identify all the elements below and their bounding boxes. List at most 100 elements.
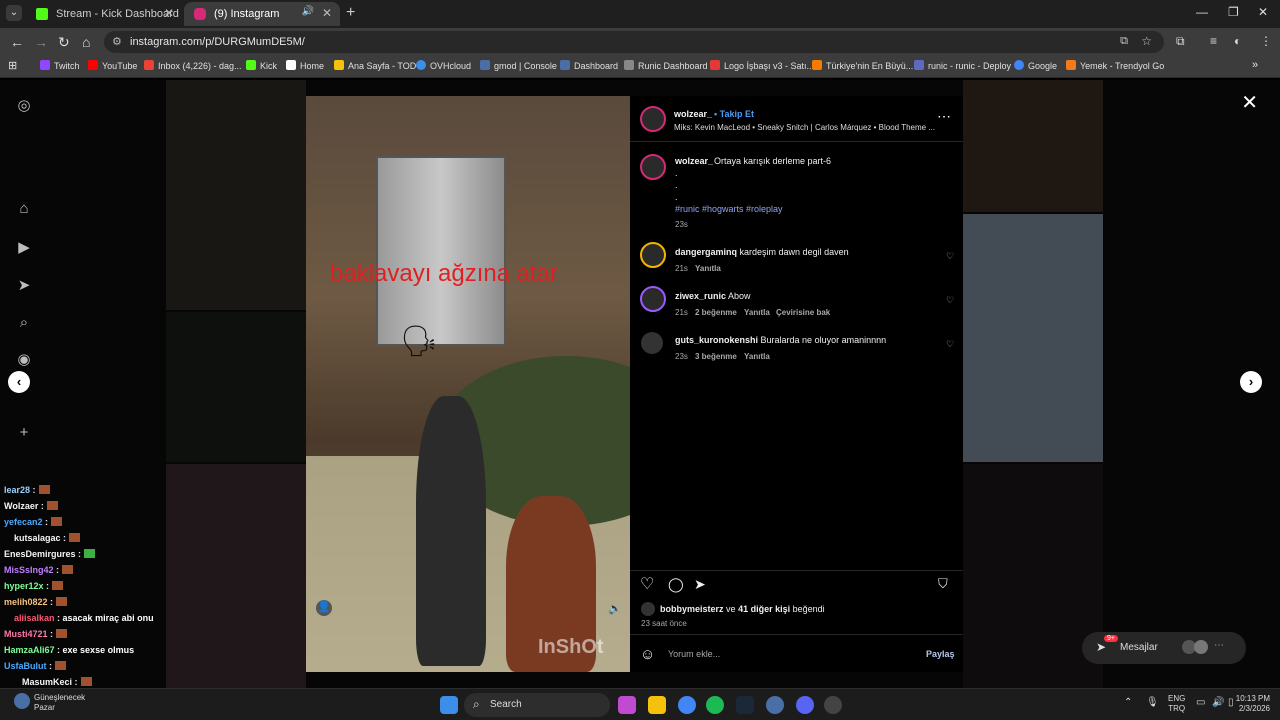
translate-button[interactable]: Çevirisine bak [776,308,830,317]
close-modal-icon[interactable]: ✕ [1241,90,1258,115]
share-icon[interactable]: ➤ [694,576,706,593]
more-options-icon[interactable]: ⋯ [937,108,951,125]
clock[interactable]: 10:13 PM 2/3/2026 [1232,694,1270,714]
weather-icon[interactable] [14,693,30,709]
media-control-icon[interactable]: ≡ [1210,34,1217,48]
tab-kick-dashboard[interactable]: Stream - Kick Dashboard ✕ [26,2,182,26]
obs-icon[interactable] [824,696,842,714]
bookmark-runic-deploy[interactable]: runic - runic - Deploy [914,60,1011,71]
bookmark-youtube[interactable]: YouTube [88,60,137,71]
previous-post-button[interactable]: ‹ [8,371,30,393]
discord-icon[interactable] [796,696,814,714]
extensions-icon[interactable]: ⧉ [1176,34,1185,49]
bookmark-logo-isbasi[interactable]: Logo İşbaşı v3 - Satı... [710,60,814,71]
tray-overflow-icon[interactable]: ⌃ [1124,697,1132,708]
bookmark-runic-dashboard[interactable]: Runic Dashboard [624,60,708,71]
post-comment-button[interactable]: Paylaş [926,649,955,659]
address-bar[interactable]: ⚙ instagram.com/p/DURGMumDE5M/ ⧉ ☆ [104,31,1164,53]
comment-avatar[interactable] [640,286,666,312]
comment-icon[interactable]: ◯ [668,576,684,593]
liked-by-summary[interactable]: bobbymeisterz ve 41 diğer kişi beğendi [660,604,825,614]
messages-button[interactable]: ➤ 9+ Mesajlar ⋯ [1082,632,1246,664]
comment-avatar[interactable] [641,332,663,354]
comment-username[interactable]: dangergaminq [675,247,737,257]
back-button[interactable]: ← [10,34,24,50]
caption-hashtags[interactable]: #runic #hogwarts #roleplay [675,204,783,214]
window-close-button[interactable]: ✕ [1258,5,1268,19]
tab-search-button[interactable]: ⌄ [6,5,22,21]
volume-icon[interactable]: 🔊 [1212,697,1224,708]
reels-icon[interactable]: ▶ [15,238,33,256]
install-app-icon[interactable]: ⧉ [1120,35,1128,48]
microphone-icon[interactable]: 🎙 [1146,697,1159,708]
next-post-button[interactable]: › [1240,371,1262,393]
site-info-icon[interactable]: ⚙ [112,35,122,48]
bookmark-google[interactable]: Google [1014,60,1057,71]
bookmark-gmod-console[interactable]: gmod | Console [480,60,557,71]
apps-grid-icon[interactable]: ⊞ [8,59,17,72]
comment-likes[interactable]: 3 beğenme [695,352,737,361]
bookmark-kick[interactable]: Kick [246,60,277,71]
language-indicator[interactable]: ENG TRQ [1168,694,1185,714]
forward-button[interactable]: → [34,34,48,50]
post-video[interactable]: baklavayı ağzına atar 🗣 InShOt 👤 🔈 [306,96,630,672]
browser-menu-icon[interactable]: ⋮ [1260,34,1272,48]
taskbar-search[interactable]: ⌕ Search [464,693,610,717]
author-username[interactable]: wolzear_ [674,109,712,119]
maximize-button[interactable]: ❐ [1228,5,1239,19]
tab-close-icon[interactable]: ✕ [164,6,174,20]
home-icon[interactable]: ⌂ [15,200,33,218]
comment-input[interactable]: Yorum ekle... [668,649,720,659]
profile-avatar[interactable]: ◐ [1234,34,1241,48]
bookmark-ovhcloud[interactable]: OVHcloud [416,60,471,71]
app-icon[interactable] [766,696,784,714]
more-bookmarks-icon[interactable]: » [1252,59,1258,71]
bookmark-tod[interactable]: Ana Sayfa - TOD [334,60,416,71]
spotify-icon[interactable] [706,696,724,714]
save-icon[interactable]: ⛉ [938,576,948,592]
like-comment-icon[interactable]: ♡ [946,251,954,262]
tab-close-icon[interactable]: ✕ [322,6,332,20]
caption-username[interactable]: wolzear_ [675,156,713,166]
bookmark-twitch[interactable]: Twitch [40,60,80,71]
network-icon[interactable]: ▭ [1196,697,1205,708]
bookmark-home[interactable]: Home [286,60,324,71]
bookmark-turkiye[interactable]: Türkiye'nin En Büyü... [812,60,913,71]
new-tab-button[interactable]: + [346,4,355,22]
music-attribution[interactable]: Miks: Kevin MacLeod • Sneaky Snitch | Ca… [674,123,935,132]
tab-instagram[interactable]: (9) Instagram 🔊 ✕ [184,2,340,26]
reload-button[interactable]: ↻ [58,34,70,51]
bookmark-trendyol[interactable]: Yemek - Trendyol Go [1066,60,1164,71]
reply-button[interactable]: Yanıtla [744,308,770,317]
create-icon[interactable]: + [15,424,33,442]
reply-button[interactable]: Yanıtla [744,352,770,361]
steam-icon[interactable] [736,696,754,714]
home-icon[interactable]: ⌂ [82,34,90,50]
bookmark-dashboard[interactable]: Dashboard [560,60,618,71]
messages-icon[interactable]: ➤ [15,276,33,294]
search-icon[interactable]: ⌕ [15,314,33,332]
weather-widget[interactable]: Güneşlenecek Pazar [34,693,85,713]
start-icon[interactable] [440,696,458,714]
like-comment-icon[interactable]: ♡ [946,339,954,350]
user-tag-icon[interactable]: 👤 [316,600,332,616]
explore-icon[interactable]: ◉ [15,350,33,368]
copilot-icon[interactable] [618,696,636,714]
instagram-logo-icon[interactable]: ◎ [15,96,33,114]
bookmark-star-icon[interactable]: ☆ [1141,34,1152,48]
file-explorer-icon[interactable] [648,696,666,714]
liker-avatar[interactable] [641,602,655,616]
speaker-icon[interactable]: 🔊 [302,6,314,17]
like-comment-icon[interactable]: ♡ [946,295,954,306]
comment-likes[interactable]: 2 beğenme [695,308,737,317]
comment-username[interactable]: ziwex_runic [675,291,726,301]
emoji-icon[interactable]: ☺ [640,646,655,663]
like-icon[interactable]: ♡ [640,574,654,594]
reply-button[interactable]: Yanıtla [695,264,721,273]
comment-avatar[interactable] [640,242,666,268]
comment-username[interactable]: guts_kuronokenshi [675,335,758,345]
follow-button[interactable]: • Takip Et [714,109,754,119]
minimize-button[interactable]: — [1196,5,1208,19]
mute-icon[interactable]: 🔈 [608,602,622,615]
author-avatar[interactable] [640,106,666,132]
